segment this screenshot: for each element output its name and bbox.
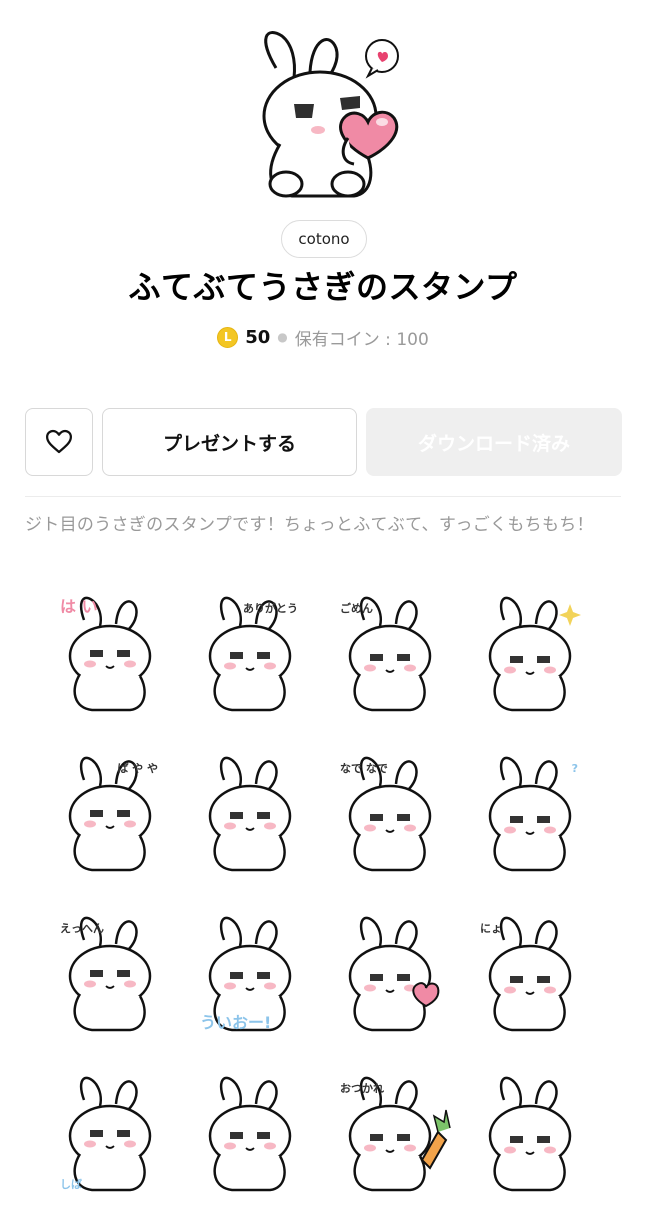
sticker-thumbnail[interactable]: おつかれ [320, 1070, 460, 1230]
sticker-thumbnail[interactable]: にょ [460, 910, 600, 1070]
sticker-thumbnail[interactable] [320, 910, 460, 1070]
sticker-thumbnail[interactable]: ? [460, 750, 600, 910]
line-coin-icon: L [217, 326, 239, 348]
separator-dot: ● [277, 330, 288, 344]
sticker-thumbnail[interactable]: なで なで [320, 750, 460, 910]
sticker-thumbnail[interactable]: ぱ や や [40, 750, 180, 910]
price-row: L 50 ● 保有コイン : 100 [0, 322, 646, 352]
sticker-thumbnail[interactable] [460, 1070, 600, 1230]
sticker-pack-title: ふてぶてうさぎのスタンプ [128, 268, 518, 306]
sticker-thumbnail[interactable]: は い [40, 590, 180, 750]
sticker-thumbnail[interactable] [180, 750, 320, 910]
sticker-thumbnail[interactable] [460, 590, 600, 750]
heart-outline-icon [44, 427, 74, 457]
svg-text:ありがとう: ありがとう [243, 601, 298, 615]
svg-text:は い: は い [60, 597, 98, 616]
svg-text:ぱ や や: ぱ や や [117, 761, 158, 775]
svg-text:にょ: にょ [480, 922, 502, 935]
svg-text:しば: しば [60, 1177, 82, 1191]
svg-text:ごめん: ごめん [340, 601, 373, 615]
gift-button[interactable]: プレゼントする [102, 408, 357, 476]
svg-text:おつかれ: おつかれ [340, 1082, 384, 1095]
held-coins-text: 保有コイン : 100 [294, 329, 429, 350]
download-button[interactable]: ダウンロード済み [366, 408, 622, 476]
sticker-thumbnail[interactable]: ごめん [320, 590, 460, 750]
svg-text:ういおー!: ういおー! [200, 1013, 271, 1032]
price-value: 50 [245, 326, 271, 348]
divider [25, 496, 621, 497]
main-sticker-image [262, 31, 399, 198]
svg-text:えっへん: えっへん [60, 922, 104, 935]
sticker-grid: は い ありがとう ごめん ぱ や や なで なで ? えっへん ういおー! に… [40, 590, 600, 1230]
sticker-thumbnail[interactable]: しば [40, 1070, 180, 1230]
favorite-button[interactable] [25, 408, 93, 476]
description-text: ジト目のうさぎのスタンプです！ちょっとふてぶて、すっごくもちもち！ [25, 515, 594, 535]
sticker-thumbnail[interactable]: えっへん [40, 910, 180, 1070]
svg-text:なで なで: なで なで [340, 762, 388, 775]
sticker-thumbnail[interactable]: ういおー! [180, 910, 320, 1070]
sticker-thumbnail[interactable]: ありがとう [180, 590, 320, 750]
svg-text:?: ? [572, 762, 578, 775]
author-chip[interactable]: cotono [281, 220, 367, 258]
sticker-thumbnail[interactable] [180, 1070, 320, 1230]
